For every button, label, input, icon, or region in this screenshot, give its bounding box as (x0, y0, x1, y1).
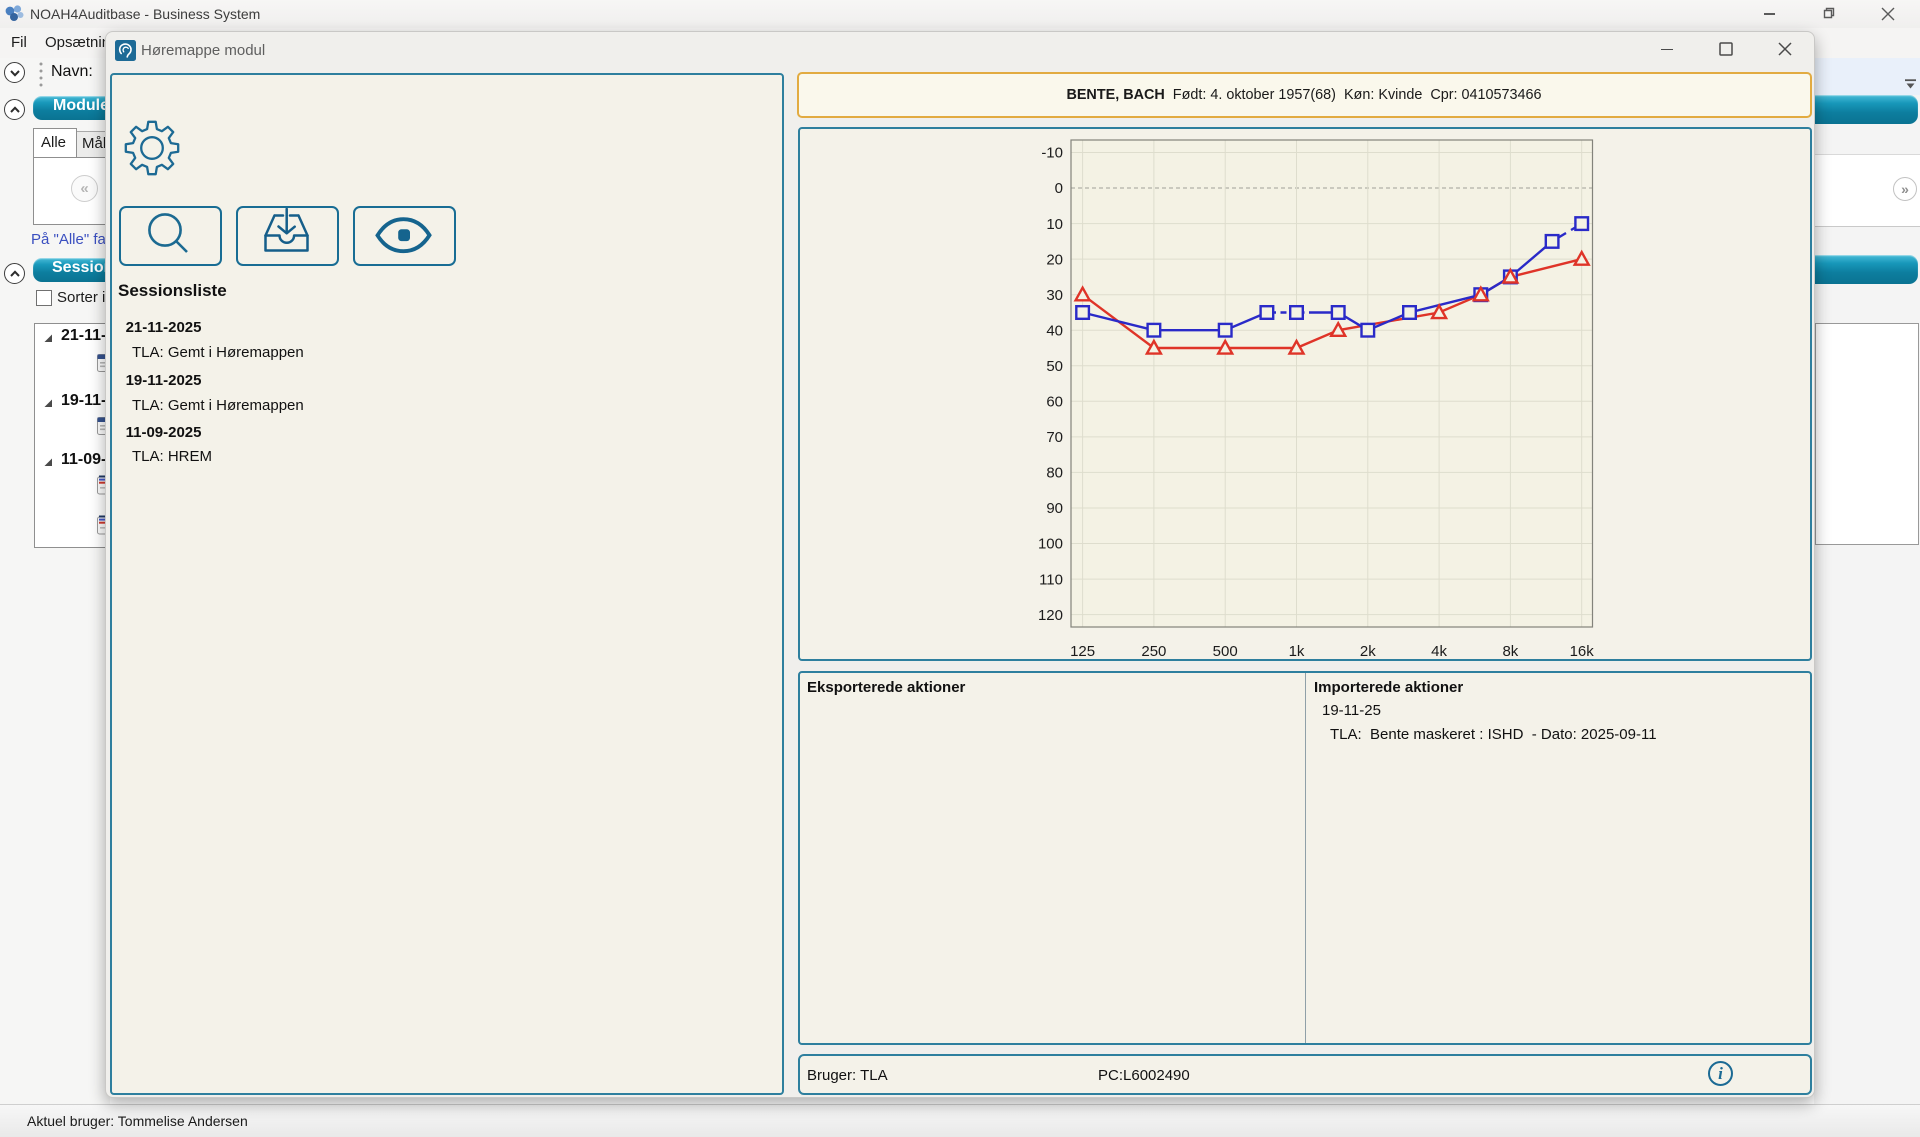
svg-text:500: 500 (1213, 643, 1238, 660)
svg-text:80: 80 (1046, 465, 1063, 482)
svg-text:60: 60 (1046, 394, 1063, 411)
svg-text:90: 90 (1046, 500, 1063, 517)
svg-text:70: 70 (1046, 429, 1063, 446)
svg-text:16k: 16k (1570, 643, 1595, 660)
svg-text:0: 0 (1055, 180, 1063, 197)
svg-text:1k: 1k (1289, 643, 1305, 660)
svg-text:250: 250 (1141, 643, 1166, 660)
svg-text:10: 10 (1046, 216, 1063, 233)
svg-text:2k: 2k (1360, 643, 1376, 660)
svg-text:110: 110 (1039, 571, 1063, 588)
svg-text:120: 120 (1038, 607, 1063, 624)
svg-text:50: 50 (1046, 358, 1063, 375)
svg-text:30: 30 (1046, 287, 1063, 304)
svg-text:20: 20 (1046, 251, 1063, 268)
svg-text:40: 40 (1046, 322, 1063, 339)
svg-text:125: 125 (1070, 643, 1095, 660)
svg-text:4k: 4k (1431, 643, 1447, 660)
svg-text:8k: 8k (1502, 643, 1518, 660)
svg-text:-10: -10 (1041, 145, 1063, 162)
svg-text:100: 100 (1038, 536, 1063, 553)
